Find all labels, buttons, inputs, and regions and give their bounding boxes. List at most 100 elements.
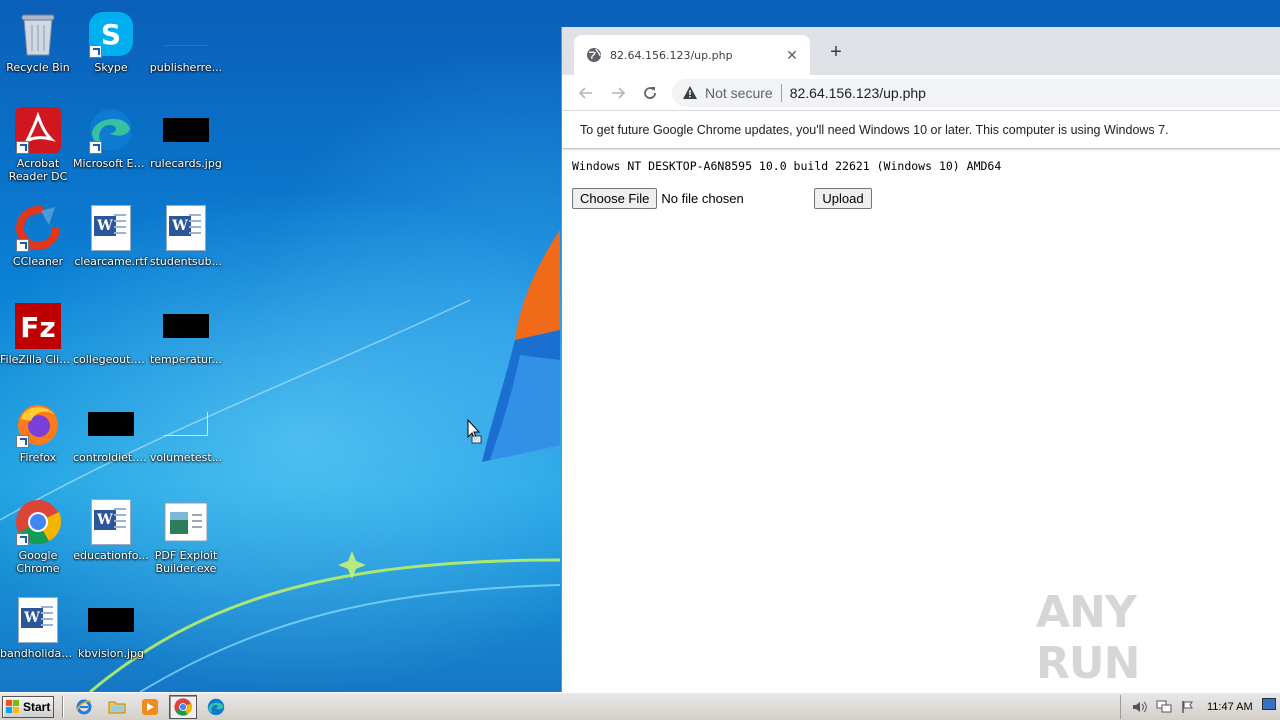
taskbar-google-chrome[interactable] [169,694,197,719]
choose-file-button[interactable]: Choose File [572,188,658,209]
warning-icon [683,85,697,99]
filezilla-icon: Fz [15,303,61,349]
taskbar-media-player[interactable] [136,695,164,719]
desktop-icon-label: controldiet.jpg [73,451,149,464]
desktop-icon-volumetest[interactable]: volumetest... [148,394,224,490]
shortcut-arrow-icon [16,239,29,252]
desktop-icon-label: educationfo... [73,549,149,562]
svg-text:Fz: Fz [20,311,55,344]
system-tray: 11:47 AM [1120,695,1280,719]
desktop-icon-recycle-bin[interactable]: Recycle Bin [0,4,76,100]
edge-icon [207,698,225,715]
desktop-icon-label: volumetest... [149,451,223,464]
tab-close-icon[interactable]: ✕ [782,45,802,65]
reload-icon [644,86,656,99]
show-desktop-button[interactable] [1262,698,1276,710]
system-info-text: Windows NT DESKTOP-A6N8595 10.0 build 22… [572,159,1002,173]
start-label: Start [23,699,51,714]
upload-form: Choose File No file chosen Upload [572,188,1270,209]
speaker-icon [1133,701,1147,713]
image-file-icon [88,412,134,436]
desktop-icon-skype[interactable]: S Skype [73,4,149,100]
desktop-icon-collegeout[interactable]: collegeout.png [73,296,149,392]
forward-button[interactable] [602,79,634,107]
desktop-icon-publisherre[interactable]: publisherre... [148,4,224,100]
internet-explorer-icon [76,699,92,714]
desktop-icon-label: Microsoft Edge [73,157,149,170]
tray-action-center[interactable] [1179,699,1197,715]
desktop-icon-label: Skype [94,61,128,74]
tray-network[interactable] [1155,699,1173,715]
desktop-icon-temperatur[interactable]: temperatur... [148,296,224,392]
globe-icon [587,48,601,62]
forward-arrow-icon [612,86,626,99]
address-bar[interactable]: Not secure 82.64.156.123/up.php [672,78,1280,107]
anyrun-watermark: ANY RUN [1036,587,1140,689]
desktop-icon-filezilla[interactable]: Fz FileZilla Client [0,296,76,392]
url-text[interactable]: 82.64.156.123/up.php [790,85,926,101]
word-document-icon: W [18,597,58,643]
image-file-icon [88,608,134,632]
shortcut-arrow-icon [89,141,102,154]
desktop-icon-firefox[interactable]: Firefox [0,394,76,490]
upload-button[interactable]: Upload [814,188,872,209]
application-icon [164,502,208,542]
back-arrow-icon [578,86,592,99]
desktop-icon-bandholiday[interactable]: W bandholiday... [0,590,76,686]
shortcut-arrow-icon [16,435,29,448]
taskbar: Start 11:47 AM [0,692,1280,720]
desktop-icon-acrobat[interactable]: Acrobat Reader DC [0,100,76,196]
taskbar-microsoft-edge[interactable] [202,695,230,719]
taskbar-internet-explorer[interactable] [70,695,98,719]
tab-title: 82.64.156.123/up.php [610,48,733,62]
browser-tab[interactable]: 82.64.156.123/up.php ✕ [574,35,810,75]
shortcut-arrow-icon [16,533,29,546]
desktop-icon-label: clearcame.rtf [74,255,148,268]
taskbar-clock[interactable]: 11:47 AM [1207,701,1253,713]
update-infobar: To get future Google Chrome updates, you… [562,111,1280,149]
start-button[interactable]: Start [2,695,54,718]
desktop-icon-ccleaner[interactable]: CCleaner [0,198,76,294]
desktop-icon-google-chrome[interactable]: Google Chrome [0,492,76,588]
desktop-icon-educationfo[interactable]: W educationfo... [73,492,149,588]
tray-volume[interactable] [1131,699,1149,715]
desktop-icon-label: FileZilla Client [0,353,76,366]
desktop-icon-kbvision[interactable]: kbvision.jpg [73,590,149,686]
desktop-icon-clearcame[interactable]: W clearcame.rtf [73,198,149,294]
flag-icon [1182,701,1193,713]
desktop-icon-label: studentsub... [149,255,223,268]
desktop-icon-controldiet[interactable]: controldiet.jpg [73,394,149,490]
desktop-icon-pdf-exploit-builder[interactable]: PDF Exploit Builder.exe [148,492,224,588]
desktop-icon-label: Firefox [19,451,57,464]
taskbar-file-explorer[interactable] [103,695,131,719]
word-document-icon: W [91,205,131,251]
page-content: Windows NT DESKTOP-A6N8595 10.0 build 22… [562,149,1280,219]
address-separator [780,83,782,102]
desktop-icon-label: bandholiday... [0,647,76,660]
recycle-bin-icon [21,14,55,56]
tab-strip: 82.64.156.123/up.php ✕ + [562,27,1280,75]
browser-toolbar: Not secure 82.64.156.123/up.php [562,75,1280,111]
media-player-icon [142,698,158,715]
desktop-icon-microsoft-edge[interactable]: Microsoft Edge [73,100,149,196]
svg-text:S: S [101,18,121,51]
desktop-icon-rulecards[interactable]: rulecards.jpg [148,100,224,196]
no-file-text: No file chosen [661,191,744,206]
desktop-icon-label: Acrobat Reader DC [8,157,68,183]
desktop-icon-label: Recycle Bin [6,61,70,74]
mouse-cursor-icon [467,419,482,444]
desktop-icon-label: Google Chrome [16,549,60,575]
back-button[interactable] [570,79,602,107]
image-file-icon [163,118,209,142]
desktop-icon-label: temperatur... [149,353,223,366]
reload-button[interactable] [634,79,666,107]
folder-icon [108,701,126,713]
file-icon [164,412,208,436]
word-document-icon: W [166,205,206,251]
shortcut-arrow-icon [16,141,29,154]
chrome-icon [174,697,192,716]
file-icon [164,22,208,46]
new-tab-button[interactable]: + [824,41,848,65]
desktop-icon-studentsub[interactable]: W studentsub... [148,198,224,294]
security-label[interactable]: Not secure [705,85,773,101]
